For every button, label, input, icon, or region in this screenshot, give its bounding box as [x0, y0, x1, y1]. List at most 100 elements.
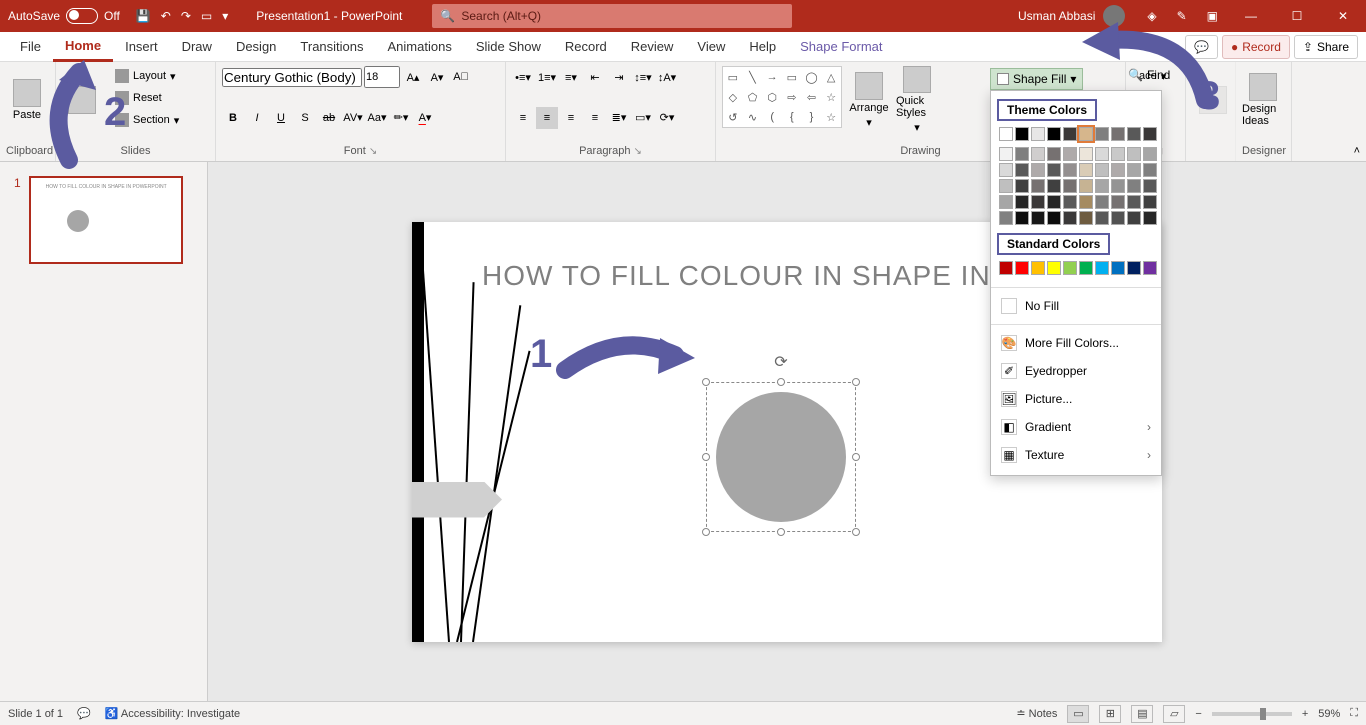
texture-item[interactable]: ▦Texture›	[991, 441, 1161, 469]
color-swatch[interactable]	[1095, 179, 1109, 193]
arrange-button[interactable]: Arrange▾	[848, 66, 890, 134]
color-swatch[interactable]	[1031, 179, 1045, 193]
color-swatch[interactable]	[1111, 163, 1125, 177]
slide-thumbnail[interactable]: HOW TO FILL COLOUR IN SHAPE IN POWERPOIN…	[29, 176, 183, 264]
shrink-font-icon[interactable]: A▾	[426, 66, 448, 88]
font-size-input[interactable]	[364, 66, 400, 88]
color-swatch[interactable]	[1127, 127, 1141, 141]
color-swatch[interactable]	[1047, 147, 1061, 161]
color-swatch[interactable]	[999, 127, 1013, 141]
picture-item[interactable]: 🖼Picture...	[991, 385, 1161, 413]
text-direction-button[interactable]: ↕A▾	[656, 66, 678, 88]
color-swatch[interactable]	[1079, 147, 1093, 161]
strike-button[interactable]: ab	[318, 107, 340, 129]
color-swatch[interactable]	[1095, 211, 1109, 225]
color-swatch[interactable]	[1095, 147, 1109, 161]
color-swatch[interactable]	[1111, 179, 1125, 193]
color-swatch[interactable]	[1079, 261, 1093, 275]
selected-circle-shape[interactable]: ⟳	[706, 382, 856, 532]
color-swatch[interactable]	[1063, 195, 1077, 209]
paste-button[interactable]: Paste	[6, 66, 48, 134]
color-swatch[interactable]	[1127, 261, 1141, 275]
zoom-level[interactable]: 59%	[1318, 708, 1340, 720]
tab-insert[interactable]: Insert	[113, 32, 170, 62]
sorter-view-button[interactable]: ⊞	[1099, 705, 1121, 723]
color-swatch[interactable]	[1095, 261, 1109, 275]
color-swatch[interactable]	[1031, 147, 1045, 161]
slideshow-view-button[interactable]: ▱	[1163, 705, 1185, 723]
color-swatch[interactable]	[1063, 261, 1077, 275]
quick-styles-button[interactable]: Quick Styles▾	[896, 66, 938, 134]
color-swatch[interactable]	[1079, 163, 1093, 177]
undo-icon[interactable]: ↶	[161, 9, 171, 23]
color-swatch[interactable]	[999, 163, 1013, 177]
comments-status-icon[interactable]: 💬	[77, 707, 91, 720]
color-swatch[interactable]	[1047, 195, 1061, 209]
color-swatch[interactable]	[1015, 195, 1029, 209]
new-slide-button[interactable]	[62, 66, 102, 134]
color-swatch[interactable]	[1031, 211, 1045, 225]
comments-button[interactable]: 💬	[1185, 35, 1218, 59]
section-button[interactable]: Section ▾	[108, 110, 186, 130]
color-swatch[interactable]	[1095, 195, 1109, 209]
color-swatch[interactable]	[1015, 147, 1029, 161]
color-swatch[interactable]	[1063, 179, 1077, 193]
no-fill-item[interactable]: No Fill	[991, 292, 1161, 320]
increase-indent-button[interactable]: ⇥	[608, 66, 630, 88]
gradient-item[interactable]: ◧Gradient›	[991, 413, 1161, 441]
zoom-out-button[interactable]: −	[1195, 708, 1201, 720]
share-button[interactable]: ⇪ Share	[1294, 35, 1358, 59]
color-swatch[interactable]	[1063, 211, 1077, 225]
tab-view[interactable]: View	[685, 32, 737, 62]
resize-handle[interactable]	[852, 453, 860, 461]
color-swatch[interactable]	[1111, 211, 1125, 225]
magic-icon[interactable]: ✎	[1167, 9, 1197, 23]
tab-draw[interactable]: Draw	[170, 32, 224, 62]
color-swatch[interactable]	[1031, 261, 1045, 275]
color-swatch[interactable]	[1015, 261, 1029, 275]
color-swatch[interactable]	[1095, 127, 1109, 141]
spacing-button[interactable]: AV▾	[342, 107, 364, 129]
slider-thumb[interactable]	[1260, 708, 1266, 720]
smartart-button[interactable]: ⟳▾	[656, 107, 678, 129]
line-spacing-button[interactable]: ↕≡▾	[632, 66, 654, 88]
resize-handle[interactable]	[702, 453, 710, 461]
close-button[interactable]: ✕	[1320, 9, 1366, 23]
slide-canvas[interactable]: HOW TO FILL COLOUR IN SHAPE IN POW ⟳	[208, 162, 1366, 701]
color-swatch[interactable]	[1111, 127, 1125, 141]
paragraph-launcher-icon[interactable]: ↘	[634, 146, 642, 157]
color-swatch[interactable]	[1031, 195, 1045, 209]
color-swatch[interactable]	[1143, 261, 1157, 275]
color-swatch[interactable]	[1047, 211, 1061, 225]
align-text-button[interactable]: ▭▾	[632, 107, 654, 129]
tab-shape-format[interactable]: Shape Format	[788, 32, 894, 62]
color-swatch[interactable]	[1111, 195, 1125, 209]
reading-view-button[interactable]: ▤	[1131, 705, 1153, 723]
redo-icon[interactable]: ↷	[181, 9, 191, 23]
underline-button[interactable]: U	[270, 107, 292, 129]
color-swatch[interactable]	[1047, 179, 1061, 193]
highlight-button[interactable]: ✏▾	[390, 107, 412, 129]
autosave-toggle[interactable]: AutoSave Off	[0, 8, 128, 24]
save-icon[interactable]: 💾	[136, 9, 151, 23]
color-swatch[interactable]	[1015, 211, 1029, 225]
minimize-button[interactable]: —	[1228, 9, 1274, 23]
find-button[interactable]: 🔍 Find	[1128, 68, 1170, 82]
color-swatch[interactable]	[1015, 179, 1029, 193]
zoom-slider[interactable]	[1212, 712, 1292, 716]
fit-button[interactable]: ⛶	[1350, 707, 1358, 720]
tab-home[interactable]: Home	[53, 32, 113, 62]
color-swatch[interactable]	[1047, 261, 1061, 275]
resize-handle[interactable]	[702, 528, 710, 536]
font-launcher-icon[interactable]: ↘	[369, 146, 377, 157]
record-button[interactable]: ● Record	[1222, 35, 1290, 59]
bold-button[interactable]: B	[222, 107, 244, 129]
rotate-handle-icon[interactable]: ⟳	[774, 352, 787, 372]
layout-button[interactable]: Layout ▾	[108, 66, 186, 86]
color-swatch[interactable]	[1079, 195, 1093, 209]
color-swatch[interactable]	[1063, 127, 1077, 141]
notes-button[interactable]: ≐ Notes	[1016, 707, 1057, 720]
resize-handle[interactable]	[777, 378, 785, 386]
tab-slideshow[interactable]: Slide Show	[464, 32, 553, 62]
tab-help[interactable]: Help	[737, 32, 788, 62]
